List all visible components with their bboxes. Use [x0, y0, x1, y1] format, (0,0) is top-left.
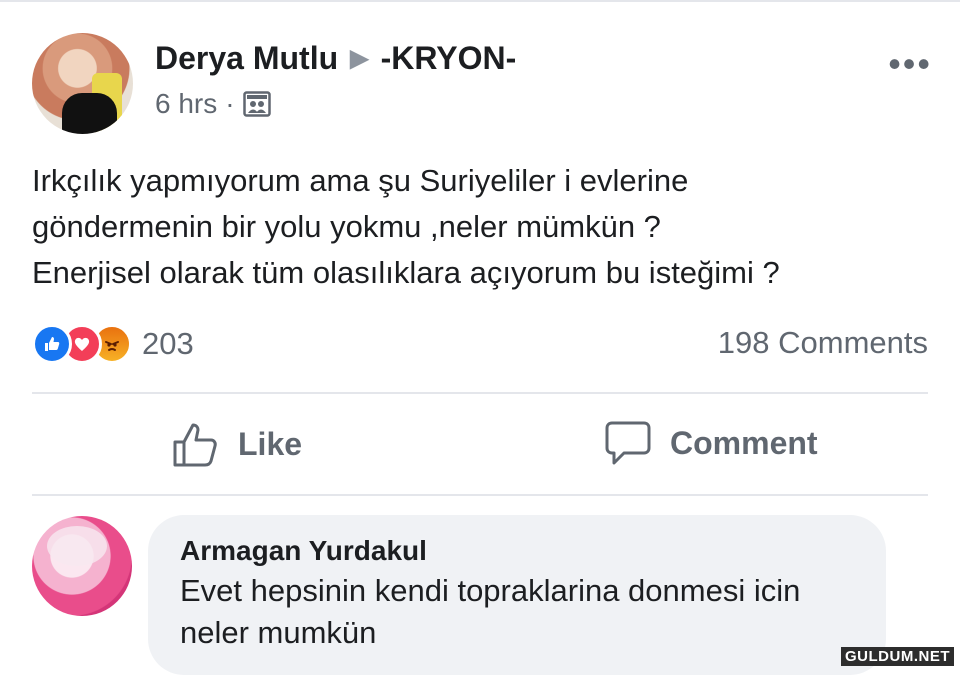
like-button[interactable]: Like	[172, 420, 302, 468]
group-name[interactable]: -KRYON-	[381, 40, 517, 76]
like-label: Like	[238, 425, 303, 462]
reactions-summary[interactable]: 203	[32, 324, 194, 364]
post-time[interactable]: 6 hrs	[155, 88, 217, 120]
arrow-right-icon: ▶	[350, 45, 369, 72]
more-options-button[interactable]: •••	[888, 46, 932, 82]
actions-divider-bottom	[32, 494, 928, 496]
post-meta: 6 hrs ·	[155, 88, 271, 120]
commenter-name[interactable]: Armagan Yurdakul	[180, 535, 427, 567]
like-icon	[32, 324, 72, 364]
comment-text: Evet hepsinin kendi topraklarina donmesi…	[180, 573, 801, 650]
comment-button[interactable]: Comment	[604, 420, 818, 466]
comment-label: Comment	[670, 424, 818, 461]
post-header-title: Derya Mutlu ▶ -KRYON-	[155, 40, 516, 77]
reaction-count: 203	[142, 326, 194, 361]
watermark: GULDUM.NET	[841, 647, 954, 666]
speech-bubble-icon	[604, 420, 652, 466]
group-icon	[242, 91, 271, 117]
comment-count[interactable]: 198 Comments	[718, 325, 928, 361]
top-divider	[0, 0, 960, 2]
post-text-line: göndermenin bir yolu yokmu ,neler mümkün…	[32, 209, 661, 244]
thumbs-up-icon	[172, 420, 220, 468]
post-text: Irkçılık yapmıyorum ama şu Suriyeliler i…	[32, 158, 932, 296]
actions-divider-top	[32, 392, 928, 394]
post-text-line: Irkçılık yapmıyorum ama şu Suriyeliler i…	[32, 163, 689, 198]
author-name[interactable]: Derya Mutlu	[155, 40, 338, 76]
post-text-line: Enerjisel olarak tüm olasılıklara açıyor…	[32, 255, 780, 290]
commenter-avatar[interactable]	[32, 516, 132, 616]
author-avatar[interactable]	[32, 33, 133, 134]
meta-dot: ·	[225, 88, 235, 119]
